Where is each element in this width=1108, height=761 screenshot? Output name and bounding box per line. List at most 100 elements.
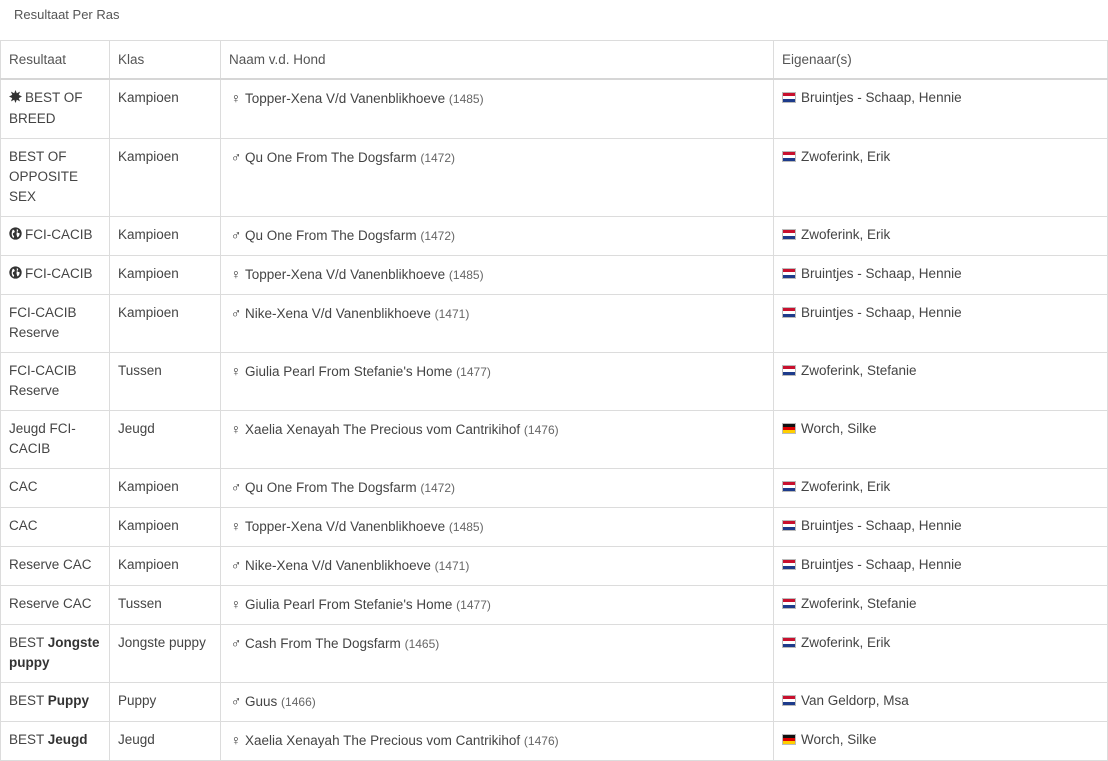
female-icon: ♀	[230, 363, 242, 379]
klas-cell: Kampioen	[109, 294, 221, 353]
male-icon: ♂	[230, 693, 242, 709]
owner-cell: Zwoferink, Erik	[773, 216, 1108, 256]
dog-name-link[interactable]: Qu One From The Dogsfarm	[245, 480, 417, 495]
dog-cell: ♀ Xaelia Xenayah The Precious vom Cantrik…	[220, 410, 774, 469]
results-body: BEST OF BREED Kampioen ♀ Topper-Xena V/d Va…	[0, 78, 1108, 761]
catalog-number: (1465)	[404, 637, 440, 651]
table-row: FCI-CACIB Kampioen ♀ Topper-Xena V/d Vanenb…	[0, 255, 1108, 295]
dog-cell: ♂ Qu One From The Dogsfarm (1472)	[220, 216, 774, 256]
dog-cell: ♀ Topper-Xena V/d Vanenblikhoeve (1485)	[220, 255, 774, 295]
dog-cell: ♀ Topper-Xena V/d Vanenblikhoeve (1485)	[220, 78, 774, 139]
page-title: Resultaat Per Ras	[14, 7, 120, 22]
result-cell: FCI-CACIB	[0, 216, 110, 256]
owner-name: Zwoferink, Stefanie	[801, 363, 917, 378]
owner-cell: Zwoferink, Erik	[773, 138, 1108, 217]
female-icon: ♀	[230, 90, 242, 106]
header-resultaat[interactable]: Resultaat	[0, 40, 110, 80]
owner-cell: Zwoferink, Stefanie	[773, 585, 1108, 625]
result-cell: Reserve CAC	[0, 546, 110, 586]
dog-cell: ♂ Qu One From The Dogsfarm (1472)	[220, 138, 774, 217]
dog-cell: ♂ Nike-Xena V/d Vanenblikhoeve (1471)	[220, 294, 774, 353]
female-icon: ♀	[230, 421, 242, 437]
result-text: Reserve CAC	[9, 596, 92, 611]
dog-name-link[interactable]: Topper-Xena V/d Vanenblikhoeve	[245, 519, 445, 534]
dog-name-link[interactable]: Cash From The Dogsfarm	[245, 636, 401, 651]
owner-name: Bruintjes - Schaap, Hennie	[801, 90, 962, 105]
dog-name-link[interactable]: Nike-Xena V/d Vanenblikhoeve	[245, 306, 431, 321]
netherlands-flag-icon	[782, 229, 796, 240]
result-cell: BEST Puppy	[0, 682, 110, 722]
owner-cell: Worch, Silke	[773, 410, 1108, 469]
dog-name-link[interactable]: Topper-Xena V/d Vanenblikhoeve	[245, 267, 445, 282]
owner-name: Bruintjes - Schaap, Hennie	[801, 266, 962, 281]
owner-cell: Bruintjes - Schaap, Hennie	[773, 546, 1108, 586]
female-icon: ♀	[230, 518, 242, 534]
header-klas[interactable]: Klas	[109, 40, 221, 80]
result-text: FCI-CACIB Reserve	[9, 305, 77, 340]
klas-cell: Kampioen	[109, 546, 221, 586]
catalog-number: (1471)	[434, 559, 470, 573]
owner-cell: Van Geldorp, Msa	[773, 682, 1108, 722]
dog-name-link[interactable]: Giulia Pearl From Stefanie's Home	[245, 364, 452, 379]
germany-flag-icon	[782, 423, 796, 434]
klas-cell: Kampioen	[109, 216, 221, 256]
germany-flag-icon	[782, 734, 796, 745]
owner-name: Zwoferink, Erik	[801, 479, 891, 494]
dog-name-link[interactable]: Qu One From The Dogsfarm	[245, 150, 417, 165]
owner-name: Bruintjes - Schaap, Hennie	[801, 305, 962, 320]
owner-cell: Bruintjes - Schaap, Hennie	[773, 294, 1108, 353]
result-text: BEST OF OPPOSITE SEX	[9, 149, 79, 204]
dog-name-link[interactable]: Giulia Pearl From Stefanie's Home	[245, 597, 452, 612]
netherlands-flag-icon	[782, 520, 796, 531]
klas-cell: Kampioen	[109, 255, 221, 295]
dog-name-link[interactable]: Nike-Xena V/d Vanenblikhoeve	[245, 558, 431, 573]
dog-cell: ♀ Xaelia Xenayah The Precious vom Cantrik…	[220, 721, 774, 761]
netherlands-flag-icon	[782, 598, 796, 609]
owner-cell: Bruintjes - Schaap, Hennie	[773, 78, 1108, 139]
result-text: Jeugd FCI-CACIB	[9, 421, 76, 456]
result-text: Reserve CAC	[9, 557, 92, 572]
result-cell: BEST OF BREED	[0, 78, 110, 139]
netherlands-flag-icon	[782, 559, 796, 570]
female-icon: ♀	[230, 596, 242, 612]
male-icon: ♂	[230, 635, 242, 651]
catalog-number: (1472)	[420, 229, 456, 243]
table-row: BEST Jeugd Jeugd ♀ Xaelia Xenayah The Preci…	[0, 721, 1108, 761]
result-cell: BEST OF OPPOSITE SEX	[0, 138, 110, 217]
catalog-number: (1471)	[434, 307, 470, 321]
netherlands-flag-icon	[782, 268, 796, 279]
table-row: CAC Kampioen ♀ Topper-Xena V/d Vanenblikhoe…	[0, 507, 1108, 547]
owner-cell: Zwoferink, Erik	[773, 468, 1108, 508]
owner-cell: Zwoferink, Stefanie	[773, 352, 1108, 411]
male-icon: ♂	[230, 149, 242, 165]
owner-cell: Zwoferink, Erik	[773, 624, 1108, 683]
table-row: BEST Jongste puppy Jongste puppy ♂ Cash Fro…	[0, 624, 1108, 683]
female-icon: ♀	[230, 266, 242, 282]
male-icon: ♂	[230, 479, 242, 495]
table-row: BEST Puppy Puppy ♂ Guus (1466) Van Geldorp, …	[0, 682, 1108, 722]
table-header-row: Resultaat Klas Naam v.d. Hond Eigenaar(s…	[0, 40, 1108, 80]
dog-name-link[interactable]: Xaelia Xenayah The Precious vom Cantriki…	[245, 422, 520, 437]
result-cell: CAC	[0, 507, 110, 547]
netherlands-flag-icon	[782, 695, 796, 706]
netherlands-flag-icon	[782, 307, 796, 318]
result-text: CAC	[9, 479, 38, 494]
dog-name-link[interactable]: Guus	[245, 694, 277, 709]
dog-name-link[interactable]: Qu One From The Dogsfarm	[245, 228, 417, 243]
table-row: FCI-CACIB Kampioen ♂ Qu One From The Dogsfa…	[0, 216, 1108, 256]
globe-icon	[9, 265, 22, 285]
klas-cell: Tussen	[109, 585, 221, 625]
catalog-number: (1466)	[281, 695, 316, 709]
table-row: FCI-CACIB Reserve Tussen ♀ Giulia Pearl Fro…	[0, 352, 1108, 411]
dog-name-link[interactable]: Topper-Xena V/d Vanenblikhoeve	[245, 91, 445, 106]
dog-cell: ♀ Giulia Pearl From Stefanie's Home (1477…	[220, 585, 774, 625]
male-icon: ♂	[230, 227, 242, 243]
dog-name-link[interactable]: Xaelia Xenayah The Precious vom Cantriki…	[245, 733, 520, 748]
netherlands-flag-icon	[782, 481, 796, 492]
owner-name: Worch, Silke	[801, 732, 877, 747]
owner-name: Bruintjes - Schaap, Hennie	[801, 518, 962, 533]
male-icon: ♂	[230, 305, 242, 321]
header-eigenaar[interactable]: Eigenaar(s)	[773, 40, 1108, 80]
table-row: BEST OF BREED Kampioen ♀ Topper-Xena V/d Va…	[0, 78, 1108, 139]
header-naam[interactable]: Naam v.d. Hond	[220, 40, 774, 80]
